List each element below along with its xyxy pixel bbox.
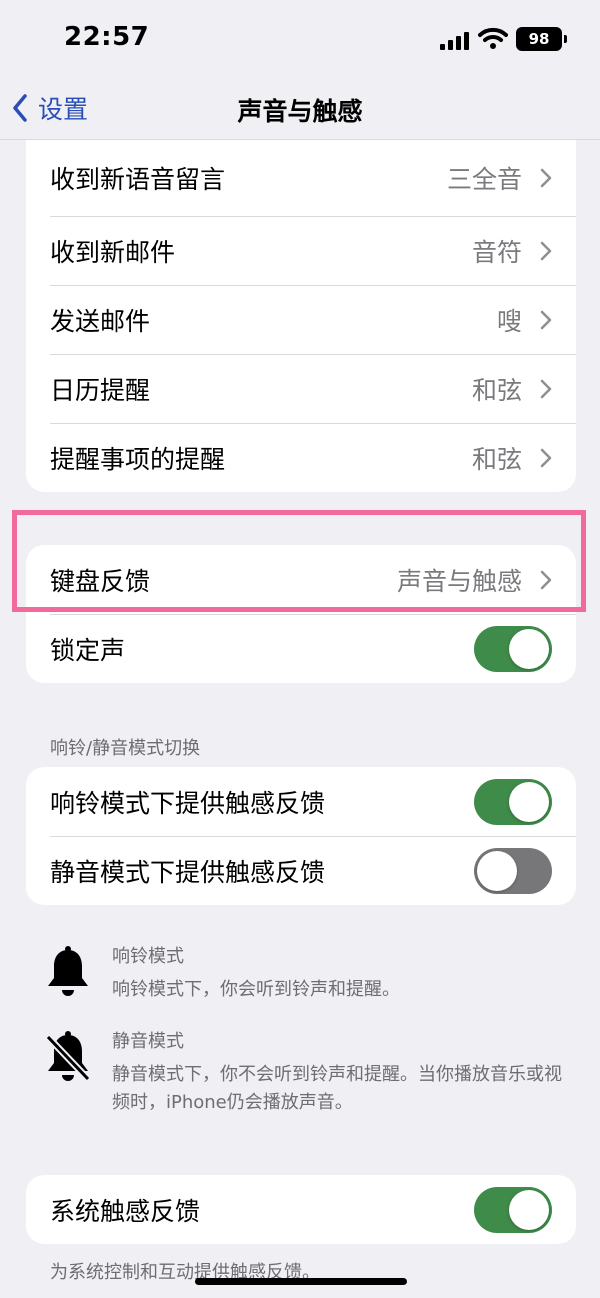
mode-title: 静音模式: [112, 1031, 184, 1052]
toggle-knob: [509, 628, 549, 669]
silent-mode-info: 静音模式 静音模式下，你不会听到铃声和提醒。当你播放音乐或视频时，iPhone仍…: [44, 1027, 574, 1117]
row-label: 收到新语音留言: [50, 165, 226, 194]
highlight-box: [12, 510, 586, 612]
row-label: 发送邮件: [50, 306, 151, 336]
row-label: 锁定声: [50, 635, 126, 665]
mode-description: 响铃模式下，你会听到铃声和提醒。: [112, 979, 400, 1000]
row-label: 静音模式下提供触感反馈: [50, 857, 326, 887]
row-system-haptics: 系统触感反馈: [26, 1175, 576, 1244]
system-haptics-toggle[interactable]: [474, 1186, 552, 1233]
row-label: 系统触感反馈: [50, 1196, 201, 1226]
row-value: 和弦: [471, 375, 522, 405]
row-label: 收到新邮件: [50, 237, 176, 267]
ring-haptics-toggle[interactable]: [474, 778, 552, 825]
row-label: 响铃模式下提供触感反馈: [50, 788, 326, 818]
row-lock-sound: 锁定声: [26, 614, 576, 683]
bell-slash-icon: [45, 1031, 91, 1082]
mode-description: 静音模式下，你不会听到铃声和提醒。当你播放音乐或视频时，iPhone仍会播放声音…: [112, 1064, 562, 1113]
wifi-icon: [478, 27, 508, 49]
row-reminder-alerts[interactable]: 提醒事项的提醒 和弦: [26, 423, 576, 492]
row-ring-haptics: 响铃模式下提供触感反馈: [26, 767, 576, 836]
row-value: 三全音: [446, 165, 522, 194]
row-voicemail[interactable]: 收到新语音留言 三全音: [26, 140, 576, 216]
section-header-ring-silent: 响铃/静音模式切换: [50, 738, 201, 759]
chevron-right-icon: [540, 241, 552, 260]
battery-indicator: 98: [516, 27, 567, 51]
toggle-knob: [509, 1189, 549, 1230]
bell-icon: [48, 946, 88, 996]
row-silent-haptics: 静音模式下提供触感反馈: [26, 836, 576, 905]
ring-mode-info: 响铃模式 响铃模式下，你会听到铃声和提醒。: [44, 942, 574, 1012]
row-value: 嗖: [496, 306, 522, 336]
toggle-knob: [509, 781, 549, 822]
status-bar: 22:57 98: [0, 0, 600, 80]
home-indicator[interactable]: [195, 1278, 407, 1285]
row-calendar-alerts[interactable]: 日历提醒 和弦: [26, 354, 576, 423]
chevron-right-icon: [540, 310, 552, 329]
alert-sounds-group: 收到新语音留言 三全音 收到新邮件 音符 发送邮件 嗖 日历提醒 和弦 提醒事项…: [26, 140, 576, 492]
chevron-right-icon: [540, 448, 552, 467]
row-sent-mail[interactable]: 发送邮件 嗖: [26, 285, 576, 354]
page-title: 声音与触感: [237, 97, 363, 126]
silent-haptics-toggle[interactable]: [474, 847, 552, 894]
status-time: 22:57: [64, 22, 150, 52]
cellular-signal-icon: [440, 30, 470, 50]
ring-silent-group: 响铃模式下提供触感反馈 静音模式下提供触感反馈: [26, 767, 576, 905]
row-label: 日历提醒: [50, 375, 151, 405]
navigation-bar: 设置 声音与触感: [0, 80, 600, 140]
row-value: 音符: [471, 237, 522, 267]
chevron-right-icon: [540, 379, 552, 398]
mode-title: 响铃模式: [112, 946, 184, 967]
toggle-knob: [477, 850, 517, 891]
row-value: 和弦: [471, 444, 522, 474]
row-new-mail[interactable]: 收到新邮件 音符: [26, 216, 576, 285]
lock-sound-toggle[interactable]: [474, 625, 552, 672]
chevron-right-icon: [540, 168, 552, 188]
system-haptics-group: 系统触感反馈: [26, 1175, 576, 1244]
row-label: 提醒事项的提醒: [50, 444, 226, 474]
